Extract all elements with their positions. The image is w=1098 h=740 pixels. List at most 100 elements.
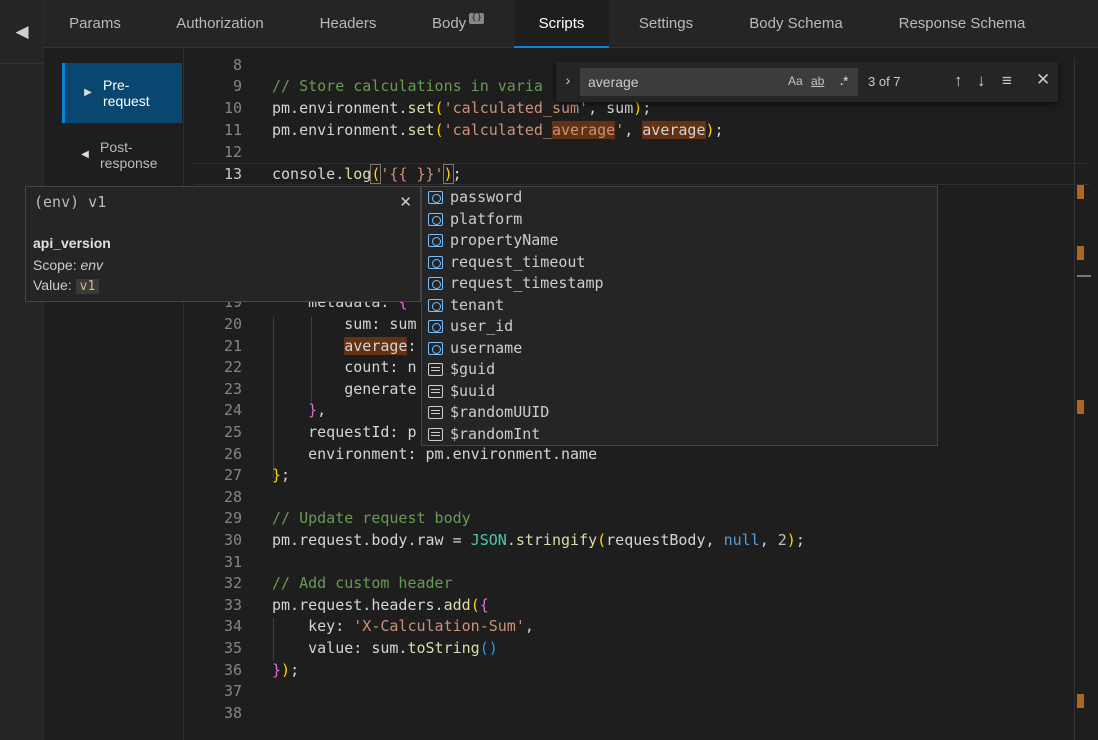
- autocomplete-list: password platform propertyName request_t…: [421, 186, 938, 446]
- text-icon: [428, 427, 443, 441]
- suggestion-label: $randomUUID: [450, 403, 550, 421]
- line-number: 22: [223, 358, 242, 376]
- find-in-selection-icon[interactable]: ≡: [1002, 71, 1012, 91]
- variable-icon: [428, 255, 443, 269]
- close-icon[interactable]: ✕: [1036, 70, 1050, 90]
- pre-request-label-line-1: Pre-: [103, 77, 130, 93]
- code-text: // Update request body: [272, 509, 471, 527]
- code-line: 27};: [194, 465, 1090, 487]
- code-line: 30 pm.request.body.raw = JSON.stringify(r…: [194, 530, 1090, 552]
- suggestion-label: platform: [450, 209, 523, 228]
- tab-headers[interactable]: Headers: [316, 0, 380, 48]
- variable-name: api_version: [33, 235, 111, 251]
- text-icon: [428, 363, 443, 376]
- suggestion-label: $uuid: [450, 381, 496, 400]
- line-number: 28: [223, 488, 242, 506]
- previous-match-arrow-up-icon[interactable]: ↑: [954, 71, 963, 91]
- tab-params[interactable]: Params: [68, 0, 122, 48]
- code-line: 28: [194, 487, 1090, 509]
- line-number: 10: [223, 99, 242, 117]
- close-icon[interactable]: ✕: [399, 193, 412, 211]
- whole-word-icon[interactable]: ab: [811, 74, 824, 88]
- line-number: 26: [223, 445, 242, 463]
- code-line: 38: [194, 703, 1090, 725]
- suggestion-item[interactable]: $uuid: [422, 381, 937, 403]
- code-text: environment: pm.environment.name: [272, 445, 598, 463]
- post-response-label: Post-response: [100, 139, 158, 171]
- suggestion-label: propertyName: [450, 231, 559, 249]
- code-line: 33 pm.request.headers.add({: [194, 595, 1090, 617]
- code-line: 34 key: 'X-Calculation-Sum',: [194, 616, 1090, 638]
- match-case-icon[interactable]: Aa: [788, 74, 803, 88]
- line-number: 33: [223, 596, 242, 614]
- suggestion-item[interactable]: password: [422, 187, 937, 209]
- tab-response-schema[interactable]: Response Schema: [894, 0, 1030, 48]
- overview-ruler[interactable]: [1074, 58, 1091, 740]
- expand-right-triangle-icon: ▶: [84, 87, 92, 98]
- suggestion-label: request_timeout: [450, 252, 586, 271]
- value-label: Value:: [33, 277, 72, 293]
- code-text: pm.request.body.raw = JSON.stringify(req…: [272, 531, 805, 549]
- tab-body[interactable]: Body{}: [428, 0, 488, 48]
- variable-icon: [428, 234, 443, 247]
- code-line: 26 environment: pm.environment.name: [194, 444, 1090, 466]
- pre-request-label: Pre-request: [103, 77, 150, 109]
- line-number: 34: [223, 617, 242, 635]
- suggestion-item[interactable]: platform: [422, 209, 937, 231]
- variable-icon: [428, 277, 443, 290]
- suggestion-item[interactable]: request_timestamp: [422, 273, 937, 295]
- current-code-line: 13 console.log('{{ }}');: [194, 163, 1090, 185]
- line-number: 21: [223, 337, 242, 355]
- line-number: 23: [223, 380, 242, 398]
- code-line: 32 // Add custom header: [194, 573, 1090, 595]
- post-response-item[interactable]: ◀ Post-response: [62, 125, 182, 185]
- code-text: requestId: p: [272, 423, 417, 441]
- body-badge: {}: [469, 13, 485, 24]
- code-text: // Add custom header: [272, 574, 453, 592]
- collapse-left-triangle-icon: ◀: [81, 149, 89, 160]
- variable-icon: [428, 298, 443, 312]
- code-text: sum: sum: [272, 315, 417, 333]
- code-text: // Store calculations in varia: [272, 77, 543, 95]
- code-line: 31: [194, 552, 1090, 574]
- code-text: generate: [272, 380, 417, 398]
- code-line: 12: [194, 142, 1090, 164]
- suggestion-item[interactable]: $randomInt: [422, 424, 937, 446]
- pre-request-item[interactable]: ▶ Pre-request: [62, 63, 182, 123]
- code-text: pm.request.headers.add({: [272, 596, 489, 614]
- code-line: 35 value: sum.toString(): [194, 638, 1090, 660]
- code-text: average:: [344, 337, 417, 355]
- line-number: 12: [223, 143, 242, 161]
- suggestion-label: request_timestamp: [450, 274, 604, 292]
- line-number: 35: [223, 639, 242, 657]
- tab-settings[interactable]: Settings: [634, 0, 698, 48]
- code-line: 11 pm.environment.set('calculated_average…: [194, 120, 1090, 142]
- scope-value: env: [80, 257, 104, 273]
- toggle-replace-chevron-icon[interactable]: ›: [560, 72, 576, 92]
- line-number: 25: [223, 423, 242, 441]
- suggestion-item[interactable]: propertyName: [422, 230, 937, 252]
- regex-icon[interactable]: .*: [840, 74, 848, 88]
- tab-body-schema[interactable]: Body Schema: [744, 0, 848, 48]
- code-text: console.log('{{ }}');: [272, 164, 462, 184]
- variable-icon: [428, 320, 443, 333]
- tab-authorization[interactable]: Authorization: [170, 0, 270, 48]
- match-marker: [1077, 185, 1084, 199]
- line-number: 20: [223, 315, 242, 333]
- suggestion-label: password: [450, 188, 523, 206]
- suggestion-item[interactable]: username: [422, 338, 937, 360]
- suggestion-label: user_id: [450, 317, 514, 335]
- tab-scripts[interactable]: Scripts: [514, 0, 609, 48]
- suggestion-item[interactable]: tenant: [422, 295, 937, 317]
- variable-hover-tooltip: (env) v1 ✕ api_version Scope: env Value:…: [25, 186, 421, 302]
- code-text: });: [272, 661, 300, 679]
- script-type-sidebar: ▶ Pre-request ◀ Post-response: [44, 48, 184, 740]
- suggestion-item[interactable]: user_id: [422, 316, 937, 338]
- collapse-left-triangle-icon[interactable]: ◀: [0, 0, 44, 64]
- suggestion-item[interactable]: request_timeout: [422, 252, 937, 274]
- line-number: 11: [223, 121, 242, 139]
- variable-value: v1: [75, 279, 100, 294]
- suggestion-item[interactable]: $guid: [422, 359, 937, 381]
- suggestion-item[interactable]: $randomUUID: [422, 402, 937, 424]
- next-match-arrow-down-icon[interactable]: ↓: [977, 71, 986, 91]
